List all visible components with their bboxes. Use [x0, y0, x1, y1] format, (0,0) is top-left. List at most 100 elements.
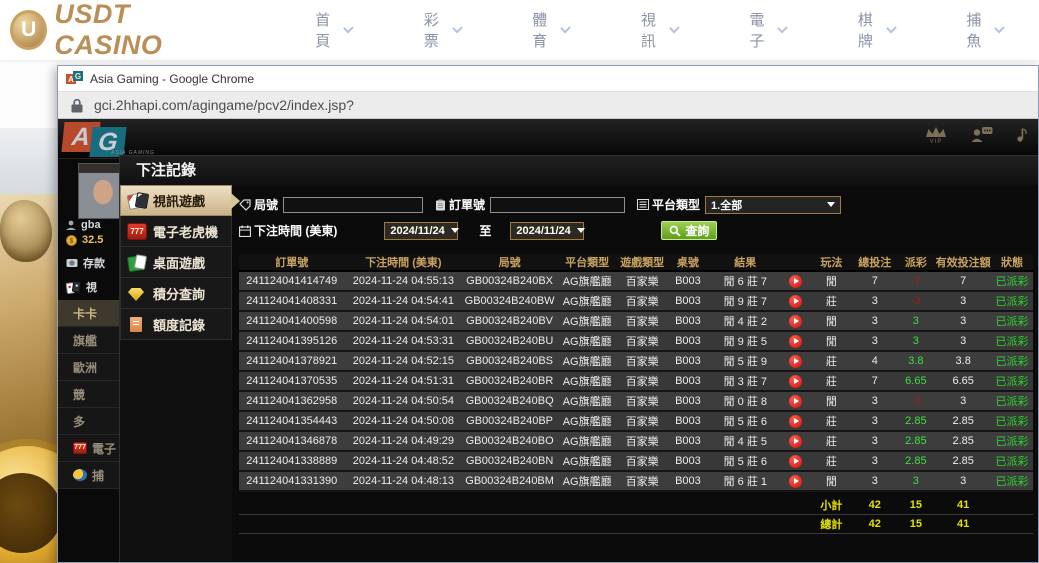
date-to-select[interactable]: 2024/11/24	[510, 222, 584, 240]
ag-logo[interactable]: A G ASIA GAMING	[63, 122, 153, 158]
cell-play-type: 莊	[810, 411, 853, 431]
deposit-button[interactable]: 存款	[66, 255, 105, 271]
cell-order-id: 241124041338889	[239, 451, 344, 471]
cell-result: 閒 4 莊 5	[709, 431, 782, 451]
panel-menu-item[interactable]: 電子老虎機	[120, 216, 232, 247]
cell-valid-bet: 7	[935, 271, 991, 291]
play-video-button[interactable]	[789, 355, 802, 368]
cell-result: 閒 5 莊 6	[709, 451, 782, 471]
cell-payout: 3.8	[896, 351, 935, 371]
cell-replay	[782, 311, 810, 331]
video-games-shortcut[interactable]: 視	[66, 279, 97, 295]
panel-menu-item[interactable]: 額度記錄	[120, 309, 232, 340]
playing-cards-icon	[66, 281, 81, 294]
nav-menu-item[interactable]: 視訊	[605, 9, 714, 51]
table-row: 241124041395126 2024-11-24 04:53:31 GB00…	[239, 331, 1033, 351]
ag-page: A G ASIA GAMING VIP	[58, 119, 1038, 562]
panel-menu-item[interactable]: 視訊遊戲	[120, 185, 232, 216]
total-row: 總計 42 15 41	[239, 515, 1033, 534]
customer-service-icon[interactable]	[971, 126, 993, 142]
cell-platform: AG旗艦廳	[557, 311, 617, 331]
cell-valid-bet: 2.85	[935, 431, 991, 451]
platform-type-select[interactable]: 1.全部	[705, 196, 841, 214]
chevron-down-icon	[777, 23, 787, 33]
cell-result: 閒 6 莊 7	[709, 271, 782, 291]
bet-records-table: 訂單號下注時間 (美東)局號平台類型遊戲類型桌號結果玩法總投注派彩有效投注額狀態…	[239, 254, 1033, 534]
cell-replay	[782, 331, 810, 351]
cell-bet-time: 2024-11-24 04:54:01	[344, 311, 462, 331]
cell-status: 已派彩	[991, 331, 1033, 351]
panel-menu-item[interactable]: 積分查詢	[120, 278, 232, 309]
nav-menu-item[interactable]: 彩票	[388, 9, 497, 51]
panel-menu-label: 視訊遊戲	[153, 191, 205, 210]
total-valid: 41	[935, 515, 991, 534]
nav-menu-item-label: 體育	[532, 9, 555, 51]
play-video-button[interactable]	[789, 455, 802, 468]
play-video-button[interactable]	[789, 275, 802, 288]
video-games-label: 視	[86, 279, 97, 295]
cell-round-id: GB00324B240BQ	[462, 391, 557, 411]
vip-button[interactable]: VIP	[925, 126, 947, 145]
panel-menu-item[interactable]: 桌面遊戲	[120, 247, 232, 278]
cell-table-no: B003	[667, 351, 709, 371]
cell-round-id: GB00324B240BS	[462, 351, 557, 371]
cell-play-type: 閒	[810, 271, 853, 291]
nav-menu-item[interactable]: 捕魚	[930, 9, 1039, 51]
table-row: 241124041414749 2024-11-24 04:55:13 GB00…	[239, 271, 1033, 291]
cell-platform: AG旗艦廳	[557, 291, 617, 311]
music-note-icon[interactable]	[1017, 126, 1028, 142]
svg-text:$: $	[70, 238, 74, 245]
cell-bet-time: 2024-11-24 04:50:54	[344, 391, 462, 411]
cell-total-bet: 7	[853, 371, 896, 391]
play-video-button[interactable]	[789, 295, 802, 308]
round-id-input[interactable]	[283, 197, 423, 213]
ag-side-menu-label: 電子	[92, 440, 116, 457]
date-to-value: 2024/11/24	[516, 225, 570, 237]
play-video-button[interactable]	[789, 395, 802, 408]
panel-menu-icon	[127, 254, 147, 271]
nav-menu-item[interactable]: 首頁	[279, 9, 388, 51]
cell-platform: AG旗艦廳	[557, 351, 617, 371]
window-titlebar[interactable]: A G Asia Gaming - Google Chrome	[58, 66, 1038, 91]
date-from-select[interactable]: 2024/11/24	[384, 222, 458, 240]
panel-menu-label: 電子老虎機	[153, 222, 218, 241]
play-video-button[interactable]	[789, 335, 802, 348]
play-video-button[interactable]	[789, 375, 802, 388]
cell-payout: 2.85	[896, 411, 935, 431]
order-id-input[interactable]	[490, 197, 625, 213]
play-video-button[interactable]	[789, 475, 802, 488]
nav-menu-item-label: 彩票	[424, 9, 447, 51]
clipboard-icon	[435, 199, 446, 211]
column-header: 局號	[462, 254, 557, 271]
address-bar[interactable]: gci.2hhapi.com/agingame/pcv2/index.jsp?	[58, 91, 1038, 119]
cell-order-id: 241124041354443	[239, 411, 344, 431]
round-id-label: 局號	[254, 196, 278, 213]
cell-total-bet: 3	[853, 311, 896, 331]
table-row: 241124041408331 2024-11-24 04:54:41 GB00…	[239, 291, 1033, 311]
play-video-button[interactable]	[789, 435, 802, 448]
cell-payout: 3	[896, 311, 935, 331]
subtotal-empty	[239, 496, 810, 515]
cell-replay	[782, 271, 810, 291]
nav-menu-item-label: 視訊	[641, 9, 664, 51]
bet-records-panel: 下注記錄 視訊遊戲 電子老虎機	[119, 155, 1038, 562]
search-button[interactable]: 查詢	[661, 221, 717, 240]
site-logo[interactable]: U USDT CASINO	[10, 0, 231, 61]
vip-label: VIP	[930, 139, 943, 145]
round-id-label-group: 局號	[239, 196, 278, 213]
nav-menu-item[interactable]: 棋牌	[822, 9, 931, 51]
cell-status: 已派彩	[991, 411, 1033, 431]
crown-icon	[925, 126, 947, 138]
table-row: 241124041338889 2024-11-24 04:48:52 GB00…	[239, 451, 1033, 471]
cell-round-id: GB00324B240BO	[462, 431, 557, 451]
play-video-button[interactable]	[789, 415, 802, 428]
cell-valid-bet: 2.85	[935, 411, 991, 431]
nav-menu-item-label: 棋牌	[858, 9, 881, 51]
nav-menu-item[interactable]: 體育	[496, 9, 605, 51]
cell-platform: AG旗艦廳	[557, 391, 617, 411]
ag-side-menu-label: 競	[73, 386, 85, 403]
play-video-button[interactable]	[789, 315, 802, 328]
cell-table-no: B003	[667, 391, 709, 411]
nav-menu-item[interactable]: 電子	[713, 9, 822, 51]
column-header: 遊戲類型	[617, 254, 667, 271]
